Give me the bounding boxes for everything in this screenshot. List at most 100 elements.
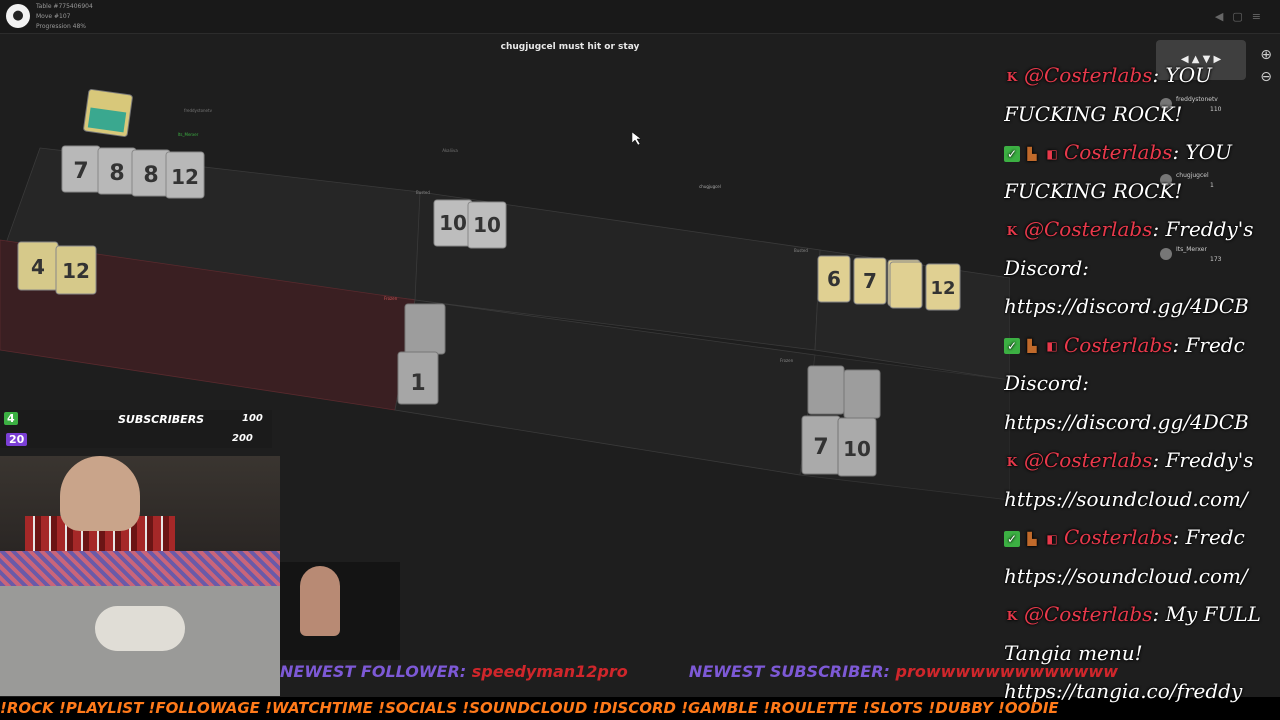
card[interactable]: 10: [433, 199, 473, 247]
chat-line: ✓ ▙ ◧ Costerlabs: Fredc: [1004, 518, 1280, 557]
card[interactable]: [807, 365, 845, 415]
hand-seat-2: 6 7 7 12: [817, 255, 961, 311]
zone-label-4: Frozen: [780, 358, 794, 363]
chat-line: https://soundcloud.com/: [1004, 557, 1280, 596]
card[interactable]: [843, 369, 881, 419]
twitch-badge-icon: ◧: [1046, 339, 1058, 353]
svg-text:10: 10: [473, 213, 501, 237]
chat-line: FUCKING ROCK!: [1004, 95, 1280, 134]
chat-line: https://soundcloud.com/: [1004, 480, 1280, 519]
cart-badge-icon: ▙: [1027, 146, 1037, 161]
hand-cam-hand: [300, 566, 340, 636]
chat-line: K @Costerlabs: YOU: [1004, 56, 1280, 95]
svg-text:4: 4: [31, 255, 45, 279]
fullscreen-icon[interactable]: ▢: [1232, 10, 1251, 23]
card[interactable]: 10: [837, 417, 877, 477]
svg-text:8: 8: [143, 163, 158, 188]
card[interactable]: 12: [55, 245, 97, 295]
webcam-person: [60, 456, 140, 531]
card[interactable]: 8: [97, 147, 137, 195]
kick-badge-icon: K: [1006, 608, 1018, 623]
svg-text:7: 7: [73, 159, 88, 184]
card[interactable]: 12: [925, 263, 961, 311]
card[interactable]: 12: [165, 151, 205, 199]
webcam-blanket: [0, 551, 280, 586]
sub-count-2: 20: [6, 433, 28, 446]
goal-1: 100: [242, 413, 263, 424]
card[interactable]: [404, 303, 446, 355]
chat-line: Discord:: [1004, 364, 1280, 403]
app-logo[interactable]: ●: [6, 4, 30, 28]
menu-icon[interactable]: ≡: [1252, 10, 1270, 23]
chat-text: Discord:: [1004, 371, 1090, 395]
card[interactable]: 10: [467, 201, 507, 249]
hand-seat-0: 7 8 8 12: [61, 145, 205, 199]
chat-line: K @Costerlabs: Freddy's: [1004, 210, 1280, 249]
mouse-cursor-icon: [632, 132, 642, 146]
seat-name: Its_Merxer: [178, 132, 199, 137]
top-bar: ● Table #775406904 Move #107 Progression…: [0, 0, 1280, 34]
twitch-badge-icon: ◧: [1046, 531, 1058, 546]
chat-text: https://soundcloud.com/: [1004, 563, 1248, 588]
chat-text: https://soundcloud.com/: [1004, 486, 1248, 511]
hand-seat-4: 1: [397, 303, 446, 405]
hand-cam: [280, 562, 400, 660]
chat-line: https://discord.gg/4DCB: [1004, 403, 1280, 442]
chat-user: @Costerlabs: [1024, 217, 1153, 241]
goal-2: 200: [232, 433, 253, 444]
zone-label-2: Busted: [794, 248, 808, 253]
chat-text: https://discord.gg/4DCB: [1004, 294, 1249, 318]
verified-badge-icon: ✓: [1004, 530, 1020, 547]
kick-badge-icon: K: [1006, 454, 1018, 469]
chat-user: @Costerlabs: [1024, 602, 1153, 626]
webcam-feed: [0, 456, 280, 696]
zone-label-3: Frozen: [384, 296, 398, 301]
card[interactable]: [889, 261, 923, 309]
svg-text:12: 12: [930, 278, 955, 299]
chat-text: Tangia menu!: [1004, 640, 1143, 665]
cart-badge-icon: ▙: [1027, 531, 1037, 546]
card[interactable]: 7: [801, 415, 841, 475]
svg-text:12: 12: [62, 259, 90, 283]
subscriber-goal: 4 20 SUBSCRIBERS 100 200: [0, 410, 272, 448]
chat-user: @Costerlabs: [1024, 448, 1153, 472]
card[interactable]: 6: [817, 255, 851, 303]
chat-text: FUCKING ROCK!: [1004, 178, 1183, 203]
chat-text: https://tangia.co/freddy: [1004, 679, 1243, 703]
hand-seat-3: 4 12: [17, 241, 97, 295]
svg-text:10: 10: [439, 211, 467, 235]
seat-name: freddystonetv: [184, 108, 213, 113]
chat-line: Tangia menu!: [1004, 634, 1280, 673]
svg-text:1: 1: [410, 371, 425, 396]
sub-count-1: 4: [4, 412, 18, 425]
chat-overlay: K @Costerlabs: YOU FUCKING ROCK! ✓ ▙ ◧ Costerl…: [1004, 56, 1280, 720]
card[interactable]: 8: [131, 149, 171, 197]
table-id: Table #775406904: [36, 3, 93, 10]
card[interactable]: 4: [17, 241, 59, 291]
volume-icon[interactable]: ◀: [1215, 10, 1232, 23]
card[interactable]: 7: [61, 145, 101, 193]
top-icons: ◀▢≡: [1215, 10, 1270, 23]
twitch-badge-icon: ◧: [1046, 146, 1058, 161]
chat-user: Costerlabs: [1064, 140, 1173, 164]
chat-user: Costerlabs: [1064, 525, 1173, 549]
svg-text:8: 8: [109, 161, 124, 186]
chat-line: K @Costerlabs: My FULL: [1004, 595, 1280, 634]
subscribers-label: SUBSCRIBERS: [118, 413, 205, 426]
move-number: Move #107: [36, 13, 71, 20]
table-info: Table #775406904 Move #107 Progression 4…: [36, 2, 93, 32]
chat-text: FUCKING ROCK!: [1004, 101, 1183, 126]
progression: Progression 48%: [36, 23, 86, 30]
card[interactable]: 1: [397, 351, 439, 405]
zone-label-1: Busted: [416, 190, 430, 195]
card[interactable]: 7: [853, 257, 887, 305]
newest-follower-label: NEWEST FOLLOWER:: [280, 662, 467, 681]
chat-line: K @Costerlabs: Freddy's: [1004, 441, 1280, 480]
svg-text:6: 6: [827, 267, 841, 291]
chat-text: : My FULL: [1152, 602, 1261, 626]
chat-user: @Costerlabs: [1024, 63, 1153, 87]
chat-text: : Freddy's: [1152, 448, 1254, 472]
deck[interactable]: [83, 89, 133, 137]
chat-text: https://discord.gg/4DCB: [1004, 409, 1249, 434]
chat-line: ✓ ▙ ◧ Costerlabs: Fredc: [1004, 326, 1280, 365]
